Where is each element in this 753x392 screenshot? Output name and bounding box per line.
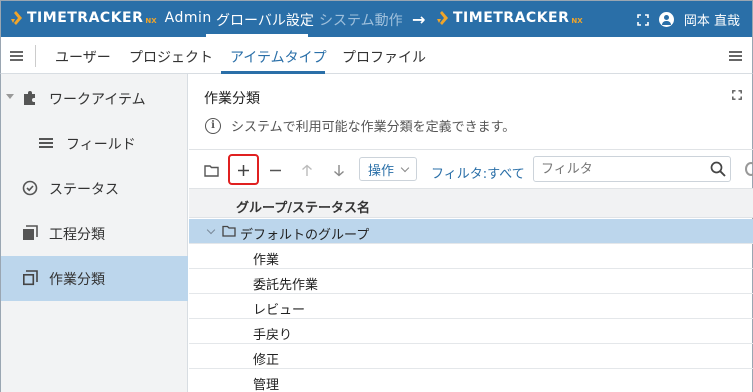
sidebar-item-statuses[interactable]: ステータス xyxy=(1,166,188,211)
minus-icon xyxy=(269,169,281,171)
folder-icon xyxy=(222,225,236,237)
subtab-users[interactable]: ユーザー xyxy=(55,47,111,67)
sidebar-item-fields[interactable]: フィールド xyxy=(1,121,188,166)
logo-text: TIMETRACKER xyxy=(27,10,144,26)
divider xyxy=(189,149,753,150)
remove-button[interactable] xyxy=(263,158,287,182)
stack-icon xyxy=(22,270,38,286)
sidebar-item-process-categories[interactable]: 工程分類 xyxy=(1,211,188,256)
sidebar-item-label: 工程分類 xyxy=(49,226,105,243)
info-icon: i xyxy=(205,117,221,134)
sidebar-item-label: ステータス xyxy=(49,181,119,198)
sidebar-item-label: 作業分類 xyxy=(49,271,105,288)
user-avatar-icon[interactable] xyxy=(658,12,674,27)
tab-system-behavior[interactable]: システム動作 xyxy=(319,10,403,30)
arrow-down-icon xyxy=(334,164,344,176)
main-panel: 作業分類 i システムで利用可能な作業分類を定義できます。 操作 フィルタ:すべ… xyxy=(189,74,753,392)
table-row[interactable]: 作業 xyxy=(189,244,753,269)
chevron-down-icon xyxy=(400,163,410,173)
table-row[interactable]: 修正 xyxy=(189,344,753,369)
settings-icon[interactable] xyxy=(745,162,753,176)
table-row[interactable]: 委託先作業 xyxy=(189,269,753,294)
filter-scope-link[interactable]: フィルタ:すべて xyxy=(431,163,525,182)
operation-label: 操作 xyxy=(368,163,395,179)
column-header[interactable]: グループ/ステータス名 xyxy=(236,197,370,216)
row-label: 委託先作業 xyxy=(253,278,319,293)
user-area: 岡本 直哉 xyxy=(637,10,740,29)
sidebar: ワークアイテム フィールド ステータス 工程分類 作業分類 xyxy=(0,74,188,392)
sidebar-item-label: ワークアイテム xyxy=(49,91,146,108)
folder-button[interactable] xyxy=(199,158,223,182)
chevron-down-icon[interactable] xyxy=(206,225,216,235)
menu-icon[interactable] xyxy=(10,51,23,61)
table-row[interactable]: 手戻り xyxy=(189,319,753,344)
top-bar: TIMETRACKER NX Admin グローバル設定 システム動作 → TI… xyxy=(0,0,753,37)
stack-icon xyxy=(23,225,38,240)
table-row[interactable]: レビュー xyxy=(189,294,753,319)
page-description: システムで利用可能な作業分類を定義できます。 xyxy=(231,120,516,135)
grid-header: グループ/ステータス名 xyxy=(189,188,753,218)
operation-dropdown[interactable]: 操作 xyxy=(359,157,417,181)
subtab-projects[interactable]: プロジェクト xyxy=(129,47,213,67)
subtab-item-types[interactable]: アイテムタイプ xyxy=(230,47,327,67)
search-icon[interactable] xyxy=(710,161,726,177)
group-row[interactable]: デフォルトのグループ xyxy=(189,219,753,244)
arrow-up-icon xyxy=(302,164,312,176)
row-label: 修正 xyxy=(253,353,280,368)
sub-navigation: ユーザー プロジェクト アイテムタイプ プロファイル xyxy=(0,37,753,74)
move-down-button[interactable] xyxy=(327,158,351,182)
logo-suffix: NX xyxy=(145,17,157,25)
divider xyxy=(35,45,36,67)
description-row: i システムで利用可能な作業分類を定義できます。 xyxy=(205,116,515,135)
fullscreen-icon[interactable] xyxy=(637,13,649,26)
expand-icon[interactable] xyxy=(732,90,742,100)
puzzle-icon xyxy=(24,91,35,105)
add-button[interactable] xyxy=(231,158,255,182)
move-up-button[interactable] xyxy=(295,158,319,182)
list-view-icon[interactable] xyxy=(729,51,742,61)
app-link-logo[interactable]: TIMETRACKER NX xyxy=(435,10,583,26)
arrow-right-icon: → xyxy=(412,10,426,29)
list-icon xyxy=(39,138,53,148)
logo-mark-icon xyxy=(11,11,22,25)
table-row[interactable]: 管理 xyxy=(189,369,753,392)
row-label: 作業 xyxy=(253,253,280,268)
collapse-triangle-icon[interactable] xyxy=(6,93,14,101)
logo-mark-icon xyxy=(437,11,448,25)
user-name[interactable]: 岡本 直哉 xyxy=(684,10,740,29)
check-circle-icon xyxy=(22,180,38,196)
logo2-suffix: NX xyxy=(571,17,583,25)
subtab-profiles[interactable]: プロファイル xyxy=(342,47,426,67)
sidebar-item-label: フィールド xyxy=(66,136,136,153)
folder-icon xyxy=(203,164,219,177)
sidebar-item-work-categories[interactable]: 作業分類 xyxy=(1,256,188,301)
sidebar-item-work-items[interactable]: ワークアイテム xyxy=(1,76,188,121)
page-title: 作業分類 xyxy=(204,91,260,107)
row-label: 管理 xyxy=(253,378,280,392)
row-label: 手戻り xyxy=(253,328,293,343)
tab-global-settings[interactable]: グローバル設定 xyxy=(216,10,314,30)
app-logo[interactable]: TIMETRACKER NX Admin xyxy=(9,10,212,26)
row-label: レビュー xyxy=(253,303,306,318)
logo2-text: TIMETRACKER xyxy=(453,10,570,26)
toolbar: 操作 フィルタ:すべて xyxy=(189,152,753,186)
filter-input[interactable] xyxy=(533,156,731,182)
group-label: デフォルトのグループ xyxy=(240,228,370,243)
logo-admin-label: Admin xyxy=(164,10,212,26)
plus-icon xyxy=(237,164,249,176)
